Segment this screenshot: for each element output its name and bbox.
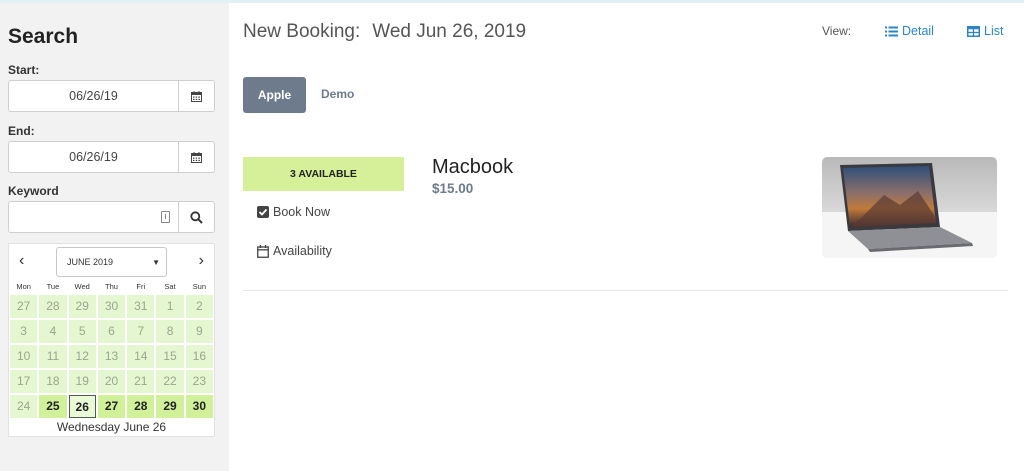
weekday-label: Sat bbox=[164, 282, 176, 291]
calendar-day[interactable]: 6 bbox=[97, 320, 126, 343]
calendar-day[interactable]: 14 bbox=[127, 345, 155, 368]
view-detail-link[interactable]: Detail bbox=[885, 24, 934, 38]
calendar-day[interactable]: 28 bbox=[39, 295, 67, 318]
search-sidebar: Search Start: 06/26/19 End: 06/26/19 Key… bbox=[0, 3, 229, 471]
calendar-day[interactable]: 10 bbox=[10, 345, 38, 368]
calendar-day[interactable]: 29 bbox=[68, 295, 96, 318]
autofill-icon bbox=[161, 211, 170, 223]
calendar-day[interactable]: 12 bbox=[68, 345, 96, 368]
weekday-label: Sun bbox=[192, 282, 207, 291]
calendar-day[interactable]: 29 bbox=[156, 395, 184, 418]
month-select[interactable]: JUNE 2019 ▼ bbox=[56, 247, 167, 277]
calendar-day[interactable]: 27 bbox=[10, 295, 38, 318]
calendar-day[interactable]: 1 bbox=[156, 295, 184, 318]
calendar-day[interactable]: 3 bbox=[10, 320, 38, 343]
row-divider bbox=[243, 290, 1008, 291]
month-select-value: JUNE 2019 bbox=[67, 257, 114, 267]
page-title-date: Wed Jun 26, 2019 bbox=[372, 21, 527, 42]
weekday-label: Tue bbox=[46, 282, 60, 291]
product-price: $15.00 bbox=[432, 181, 474, 196]
book-now-link[interactable]: Book Now bbox=[257, 205, 330, 219]
calendar-day[interactable]: 17 bbox=[10, 370, 38, 393]
search-icon bbox=[190, 210, 203, 224]
macbook-image bbox=[822, 157, 997, 258]
calendar-day[interactable]: 24 bbox=[10, 395, 38, 418]
start-date-input[interactable]: 06/26/19 bbox=[9, 81, 178, 111]
calendar-days: 27 28 29 30 31 1 2 3 4 5 6 7 8 9 10 11 12 13 14 15 16 17 18 19 2… bbox=[9, 295, 214, 418]
calendar-icon bbox=[191, 90, 202, 102]
keyword-group bbox=[8, 201, 215, 233]
weekday-header: Mon Tue Wed Thu Fri Sat Sun bbox=[9, 279, 214, 295]
view-list-label: List bbox=[984, 24, 1004, 38]
tab-apple[interactable]: Apple bbox=[243, 77, 306, 113]
start-calendar-button[interactable] bbox=[178, 81, 214, 111]
calendar-day[interactable]: 27 bbox=[97, 395, 126, 418]
calendar-day[interactable]: 19 bbox=[68, 370, 96, 393]
calendar-day[interactable]: 15 bbox=[156, 345, 184, 368]
calendar-day[interactable]: 4 bbox=[39, 320, 67, 343]
calendar-day[interactable]: 8 bbox=[156, 320, 184, 343]
calendar-day[interactable]: 30 bbox=[97, 295, 126, 318]
book-now-label: Book Now bbox=[273, 205, 330, 219]
calendar-day[interactable]: 21 bbox=[127, 370, 155, 393]
selected-date-label: Wednesday June 26 bbox=[56, 420, 167, 434]
prev-month-button[interactable]: ‹ bbox=[19, 252, 24, 270]
end-date-group: 06/26/19 bbox=[8, 141, 215, 173]
calendar-day[interactable]: 22 bbox=[156, 370, 184, 393]
end-label: End: bbox=[8, 124, 35, 138]
calendar-day[interactable]: 5 bbox=[68, 320, 96, 343]
calendar-day[interactable]: 28 bbox=[127, 395, 155, 418]
calendar-day[interactable]: 18 bbox=[39, 370, 67, 393]
view-detail-label: Detail bbox=[902, 24, 934, 38]
list-icon bbox=[885, 26, 898, 36]
product-image[interactable] bbox=[822, 157, 997, 258]
checkbox-checked-icon bbox=[257, 206, 269, 218]
keyword-label: Keyword bbox=[8, 184, 59, 198]
tab-demo[interactable]: Demo bbox=[321, 87, 354, 101]
end-calendar-button[interactable] bbox=[178, 142, 214, 172]
calendar-day[interactable]: 16 bbox=[185, 345, 213, 368]
next-month-button[interactable]: › bbox=[199, 252, 204, 270]
availability-badge: 3 AVAILABLE bbox=[243, 157, 404, 191]
search-title: Search bbox=[8, 25, 79, 48]
calendar-day[interactable]: 2 bbox=[185, 295, 213, 318]
calendar-icon bbox=[191, 151, 202, 163]
dropdown-arrow-icon: ▼ bbox=[152, 257, 160, 267]
start-date-group: 06/26/19 bbox=[8, 80, 215, 112]
calendar-day[interactable]: 7 bbox=[127, 320, 155, 343]
end-date-input[interactable]: 06/26/19 bbox=[9, 142, 178, 172]
weekday-label: Fri bbox=[136, 282, 146, 291]
calendar-header: ‹ JUNE 2019 ▼ › bbox=[9, 244, 214, 279]
calendar-day[interactable]: 20 bbox=[97, 370, 126, 393]
weekday-label: Wed bbox=[74, 282, 90, 291]
table-icon bbox=[967, 25, 980, 37]
availability-label: Availability bbox=[273, 244, 332, 258]
availability-link[interactable]: Availability bbox=[257, 244, 332, 258]
page-title: New Booking: Wed Jun 26, 2019 bbox=[243, 21, 526, 43]
calendar-day[interactable]: 23 bbox=[185, 370, 213, 393]
calendar-day[interactable]: 31 bbox=[127, 295, 155, 318]
calendar-day[interactable]: 26 bbox=[68, 395, 96, 418]
keyword-search-button[interactable] bbox=[178, 202, 214, 232]
mini-calendar: ‹ JUNE 2019 ▼ › Mon Tue Wed Thu Fri Sat Sun 27… bbox=[8, 243, 215, 437]
product-name[interactable]: Macbook bbox=[432, 156, 513, 179]
calendar-day[interactable]: 9 bbox=[185, 320, 213, 343]
calendar-outline-icon bbox=[257, 244, 269, 258]
start-label: Start: bbox=[8, 63, 40, 77]
weekday-label: Mon bbox=[16, 282, 31, 291]
calendar-day[interactable]: 30 bbox=[185, 395, 213, 418]
keyword-input[interactable] bbox=[9, 202, 178, 232]
calendar-day[interactable]: 11 bbox=[39, 345, 67, 368]
view-label: View: bbox=[822, 24, 852, 38]
page-title-label: New Booking: bbox=[243, 21, 361, 42]
weekday-label: Thu bbox=[105, 282, 118, 291]
view-list-link[interactable]: List bbox=[967, 24, 1003, 38]
calendar-day[interactable]: 25 bbox=[39, 395, 67, 418]
calendar-day[interactable]: 13 bbox=[97, 345, 126, 368]
